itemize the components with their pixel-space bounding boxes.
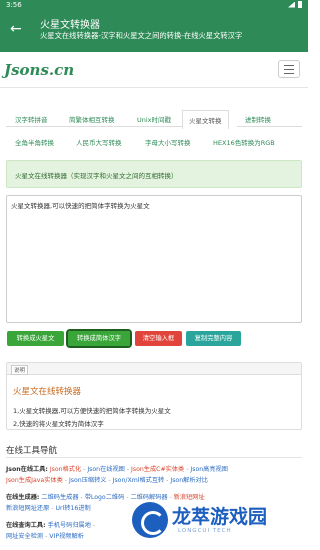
nav-json-row: Json在线工具: Json格式化 - Json在线视图 - Json生成C#实…	[6, 466, 228, 473]
tab-hex-to-rgb[interactable]: HEX16色转换为RGB	[213, 137, 275, 147]
help-line: 2,快速的将火星文转为简体汉字	[13, 420, 104, 428]
nav-link[interactable]: Url转16进制	[55, 505, 90, 512]
tool-description-box: 火星文在线转换器（实现汉字和火星文之间的互相转换）	[6, 160, 302, 188]
nav-link[interactable]: Json/Xml格式互转	[113, 477, 165, 484]
watermark-text: 龙萃游戏园	[172, 506, 268, 528]
nav-link[interactable]: Json格式化	[50, 466, 81, 473]
battery-icon	[298, 1, 302, 8]
tool-description: 火星文在线转换器（实现汉字和火星文之间的互相转换）	[15, 172, 178, 180]
nav-link[interactable]: Json高亮视图	[190, 466, 228, 473]
nav-query-row-2: 网址安全检测 - VIP视频解析	[6, 533, 84, 540]
conversion-input[interactable]: 火星文转换器,可以快速的把简体字转换为火星文	[6, 195, 302, 323]
nav-link[interactable]: 网址安全检测	[6, 533, 43, 540]
help-line: 1,火星文转换器,可以方便快速的把简体字转换为火星文	[13, 407, 171, 415]
watermark: 龙萃游戏园 LONGCUI TECH	[132, 500, 302, 544]
signal-icon	[288, 1, 295, 8]
nav-link[interactable]: 新浪短网址还原	[6, 505, 49, 512]
tab-pinyin[interactable]: 汉字转拼音	[15, 114, 48, 124]
nav-section-label: Json在线工具:	[6, 466, 48, 473]
nav-link[interactable]: Json在线视图	[87, 466, 125, 473]
nav-generator-row-2: 新浪短网址还原 - Url转16进制	[6, 505, 91, 512]
tab-fullwidth-halfwidth[interactable]: 全角半角转换	[15, 137, 54, 147]
tab-mars-text[interactable]: 火星文转换	[182, 110, 229, 129]
convert-to-simplified-button[interactable]: 转换成简体汉字	[66, 329, 132, 348]
tabs-divider	[237, 126, 302, 127]
nav-section-label: 在线生成器:	[6, 494, 40, 501]
clear-input-button[interactable]: 清空输入框	[135, 331, 182, 346]
help-panel-header: 说明	[7, 363, 301, 375]
tabs-divider	[6, 126, 182, 127]
nav-divider	[6, 457, 302, 458]
site-header: Jsons.cn	[0, 52, 308, 88]
tab-base-convert[interactable]: 进制转换	[245, 114, 271, 124]
system-icons	[288, 1, 302, 8]
tab-letter-case[interactable]: 字母大小写转换	[145, 137, 191, 147]
convert-to-mars-button[interactable]: 转换成火星文	[7, 331, 64, 346]
nav-query-row: 在线查询工具: 手机号码归属地 -	[6, 522, 96, 529]
nav-link[interactable]: 带Logo二维码	[85, 494, 125, 501]
tools-nav-heading: 在线工具导航	[6, 446, 58, 456]
app-title: 火星文转换器	[40, 20, 100, 31]
site-logo[interactable]: Jsons.cn	[4, 61, 74, 79]
nav-link[interactable]: 手机号码归属地	[48, 522, 91, 529]
status-time: 3:56	[6, 1, 22, 9]
back-arrow-icon[interactable]: ←	[10, 20, 26, 38]
tab-traditional-simplified[interactable]: 简繁体相互转换	[69, 114, 115, 124]
nav-link[interactable]: Json生成C#实体类	[131, 466, 184, 473]
nav-link[interactable]: VIP视频解析	[49, 533, 84, 540]
help-panel: 说明 火星文在线转换器 1,火星文转换器,可以方便快速的把简体字转换为火星文 2…	[6, 362, 302, 430]
help-title: 火星文在线转换器	[13, 387, 82, 397]
hamburger-menu-icon[interactable]	[278, 60, 300, 78]
app-header: ← 火星文转换器 火星文在线转换器-汉字和火星文之间的转换-在线火星文转汉字	[0, 10, 308, 52]
copy-content-button[interactable]: 复制完整内容	[186, 331, 241, 346]
nav-json-row-2: Json生成Java实体类 - Json压缩转义 - Json/Xml格式互转 …	[6, 477, 208, 484]
nav-link[interactable]: Json解析对比	[170, 477, 208, 484]
app-subtitle: 火星文在线转换器-汉字和火星文之间的转换-在线火星文转汉字	[40, 31, 243, 40]
nav-link[interactable]: Json生成Java实体类	[6, 477, 63, 484]
nav-link[interactable]: Json压缩转义	[69, 477, 107, 484]
watermark-logo-icon	[132, 502, 168, 538]
nav-link[interactable]: 二维码生成器	[41, 494, 78, 501]
help-badge: 说明	[11, 365, 29, 375]
status-bar: 3:56	[0, 0, 308, 10]
tab-rmb-uppercase[interactable]: 人民币大写转换	[76, 137, 122, 147]
tab-unix-timestamp[interactable]: Unix时间戳	[137, 114, 171, 124]
nav-section-label: 在线查询工具:	[6, 522, 46, 529]
watermark-subtext: LONGCUI TECH	[178, 528, 232, 534]
